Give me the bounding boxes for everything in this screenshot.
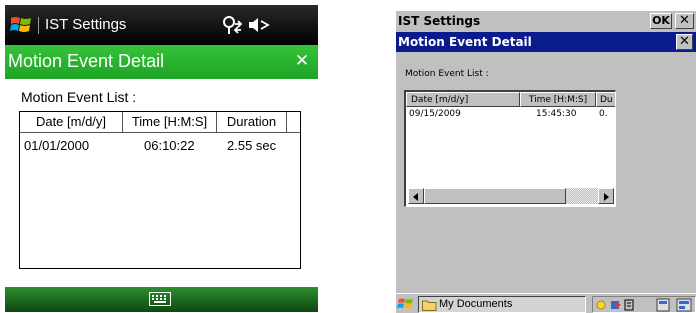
window-title-bar: Motion Event Detail ✕ <box>396 32 696 52</box>
motion-event-list[interactable]: Date [m/d/y] Time [H:M:S] Du 09/15/2009 … <box>404 90 616 207</box>
taskbar: My Documents <box>396 293 696 313</box>
title-bar: IST Settings <box>5 5 318 45</box>
connectivity-icon[interactable] <box>221 15 243 35</box>
close-icon[interactable]: ✕ <box>291 50 313 72</box>
app-title: IST Settings <box>45 16 127 33</box>
folder-icon <box>422 300 437 311</box>
close-window-button[interactable]: ✕ <box>676 34 693 50</box>
scroll-thumb[interactable] <box>424 188 566 204</box>
column-header-filler <box>287 112 300 133</box>
row-time: 06:10:22 <box>144 138 195 153</box>
list-label: Motion Event List : <box>21 89 137 105</box>
system-tray <box>592 296 696 313</box>
motion-event-list[interactable]: Date [m/d/y] Time [H:M:S] Duration 01/01… <box>19 111 301 269</box>
app-title: IST Settings <box>398 14 481 28</box>
dialog-title: Motion Event Detail <box>8 51 165 71</box>
keyboard-icon[interactable] <box>149 292 171 306</box>
column-header-duration[interactable]: Du <box>596 92 615 107</box>
column-header-date[interactable]: Date [m/d/y] <box>406 92 520 107</box>
list-label: Motion Event List : <box>405 69 489 79</box>
bottom-bar <box>5 287 318 312</box>
column-header-time[interactable]: Time [H:M:S] <box>123 112 217 133</box>
row-date: 01/01/2000 <box>24 138 90 153</box>
scroll-left-icon[interactable] <box>408 188 424 204</box>
windows-flag-icon[interactable] <box>9 13 33 37</box>
ok-button[interactable]: OK <box>650 13 672 29</box>
tray-icons[interactable] <box>595 298 695 312</box>
title-separator <box>38 17 39 34</box>
taskbar-item-label: My Documents <box>439 298 513 310</box>
windows-mobile-screen: IST Settings Motion Event Detail ✕ Motio… <box>5 5 318 312</box>
volume-muted-icon[interactable] <box>247 15 271 35</box>
app-title-bar: IST Settings OK ✕ <box>396 11 696 31</box>
scroll-right-icon[interactable] <box>598 188 614 204</box>
taskbar-item-my-documents[interactable]: My Documents <box>418 296 586 313</box>
windows-ce-screen: IST Settings OK ✕ Motion Event Detail ✕ … <box>396 11 696 313</box>
column-header-date[interactable]: Date [m/d/y] <box>20 112 123 133</box>
row-duration: 0. <box>599 109 608 119</box>
row-date: 09/15/2009 <box>409 109 461 119</box>
column-header-time[interactable]: Time [H:M:S] <box>520 92 596 107</box>
horizontal-scrollbar[interactable] <box>408 188 614 204</box>
window-title: Motion Event Detail <box>398 35 532 49</box>
column-header-duration[interactable]: Duration <box>217 112 287 133</box>
motion-event-detail-window: Motion Event Detail ✕ Motion Event List … <box>396 32 696 288</box>
close-app-button[interactable]: ✕ <box>675 13 694 29</box>
start-flag-icon[interactable] <box>397 296 415 312</box>
row-duration: 2.55 sec <box>227 138 277 153</box>
row-time: 15:45:30 <box>536 109 577 119</box>
